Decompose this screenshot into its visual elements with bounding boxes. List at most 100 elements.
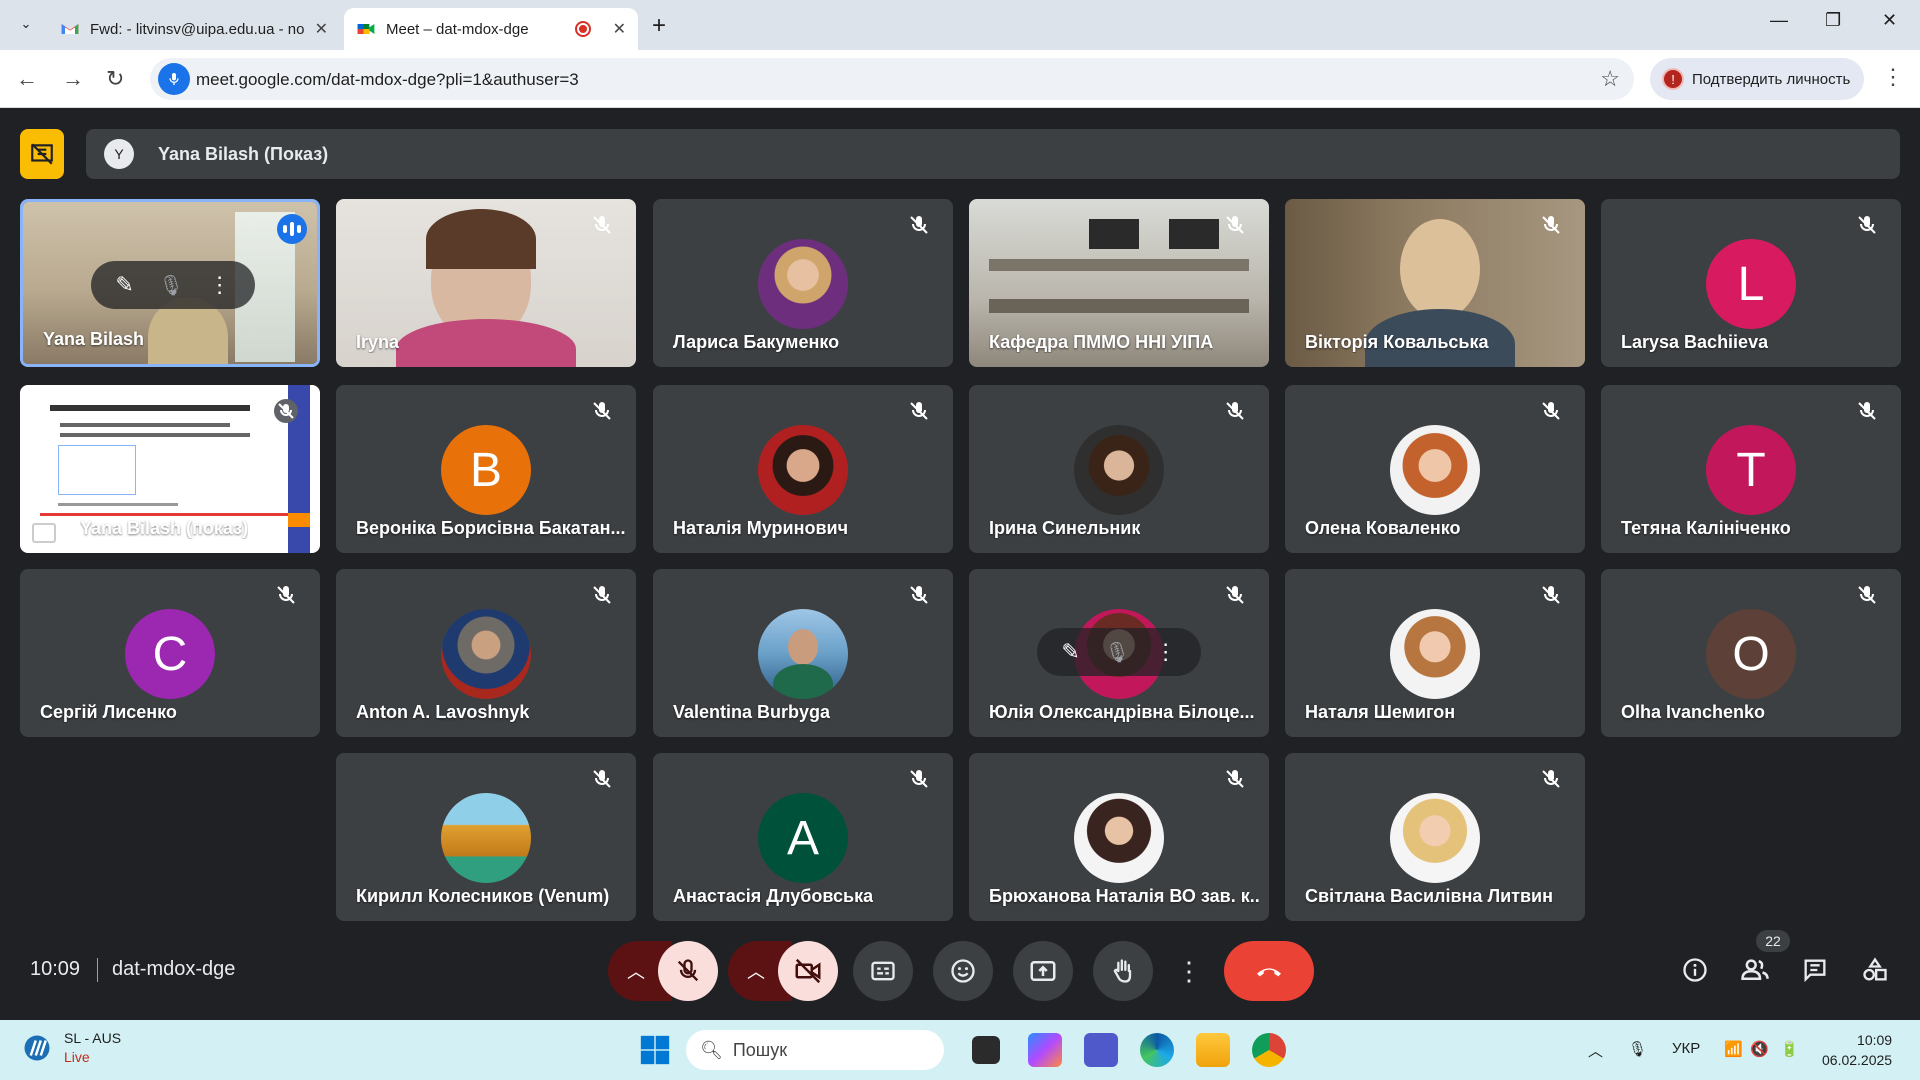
more-options-icon[interactable]: ⋮ — [1155, 639, 1177, 665]
more-options-button[interactable]: ⋮ — [1176, 941, 1202, 1001]
participant-tile[interactable]: C Сергій Лисенко — [20, 569, 320, 737]
microphone-muted-icon — [1542, 402, 1560, 420]
chat-button[interactable] — [1797, 952, 1833, 988]
pin-icon[interactable]: ✎ — [1061, 639, 1079, 665]
participant-name: Anton A. Lavoshnyk — [356, 702, 530, 722]
windows-start-icon[interactable] — [638, 1033, 672, 1067]
microphone-icon[interactable]: 🎙 — [1628, 1040, 1647, 1058]
system-clock[interactable]: 10:09 06.02.2025 — [1822, 1030, 1892, 1070]
camera-toggle-button[interactable] — [778, 941, 838, 1001]
microphone-muted-icon — [1226, 770, 1244, 788]
address-bar[interactable]: meet.google.com/dat-mdox-dge?pli=1&authu… — [150, 58, 1634, 100]
microphone-icon[interactable] — [158, 63, 190, 95]
back-icon[interactable]: ← — [16, 66, 38, 92]
participant-name: Olha Ivanchenko — [1621, 702, 1766, 722]
tab-gmail[interactable]: Fwd: - litvinsv@uipa.edu.ua - no ✕ — [48, 8, 340, 50]
participant-tile[interactable]: Брюханова Наталія ВО зав. к... — [969, 753, 1269, 921]
participant-tile[interactable]: Valentina Burbyga — [653, 569, 953, 737]
browser-menu-icon[interactable]: ⋮ — [1882, 64, 1904, 90]
widgets-button[interactable]: SL - AUS Live — [22, 1030, 121, 1065]
participant-tile[interactable]: Наталія Муринович — [653, 385, 953, 553]
participant-name: Valentina Burbyga — [673, 702, 831, 722]
minimize-icon[interactable]: — — [1770, 10, 1788, 31]
browser-tab-bar: ⌄ Fwd: - litvinsv@uipa.edu.ua - no ✕ Mee… — [0, 0, 1920, 50]
taskbar-search[interactable]: 🔍︎ Пошук — [686, 1030, 944, 1070]
close-icon[interactable]: ✕ — [315, 19, 328, 39]
participant-tile[interactable]: B Вероніка Борисівна Бакатан... — [336, 385, 636, 553]
close-icon[interactable]: ✕ — [613, 19, 626, 39]
participant-tile[interactable]: Iryna — [336, 199, 636, 367]
file-explorer-icon[interactable] — [1196, 1033, 1230, 1067]
microphone-muted-icon — [1858, 586, 1876, 604]
participant-tile[interactable]: L Larysa Bachiieva — [1601, 199, 1901, 367]
edge-icon[interactable] — [1140, 1033, 1174, 1067]
microphone-muted-icon[interactable]: 🎙 — [1105, 640, 1130, 665]
raise-hand-button[interactable] — [1093, 941, 1153, 1001]
microphone-off-icon — [677, 959, 699, 982]
stop-presenting-button[interactable] — [20, 129, 64, 179]
participant-tile[interactable]: ✎ 🎙 ⋮ Юлія Олександрівна Білоце... — [969, 569, 1269, 737]
raise-hand-icon — [1113, 959, 1132, 983]
microphone-muted-icon — [1226, 402, 1244, 420]
tab-meet[interactable]: Meet – dat-mdox-dge ✕ — [344, 8, 638, 50]
tab-title: Meet – dat-mdox-dge — [386, 20, 529, 38]
participant-avatar — [441, 609, 531, 699]
participant-tile[interactable]: Ірина Синельник — [969, 385, 1269, 553]
chevron-up-icon: ︿ — [747, 962, 765, 982]
participant-tile[interactable]: Yana Bilash (показ) — [20, 385, 320, 553]
reactions-button[interactable] — [933, 941, 993, 1001]
people-button[interactable] — [1737, 952, 1773, 988]
reload-icon[interactable]: ↻ — [106, 66, 124, 92]
participant-tile[interactable]: Вікторія Ковальська — [1285, 199, 1585, 367]
microphone-icon[interactable]: 🎙 — [159, 273, 184, 298]
participant-tile[interactable]: Лариса Бакуменко — [653, 199, 953, 367]
meeting-details-button[interactable] — [1677, 952, 1713, 988]
present-screen-button[interactable] — [1013, 941, 1073, 1001]
microphone-muted-icon — [593, 586, 611, 604]
participant-tile[interactable]: Кирилл Колесников (Venum) — [336, 753, 636, 921]
volume-muted-icon[interactable]: 🔇 — [1750, 1040, 1769, 1058]
new-tab-icon[interactable]: + — [652, 12, 666, 40]
more-options-icon[interactable]: ⋮ — [209, 272, 231, 298]
microphone-muted-icon — [910, 586, 928, 604]
activities-button[interactable] — [1857, 952, 1893, 988]
forward-icon[interactable]: → — [62, 66, 84, 92]
participant-tile[interactable]: ✎ 🎙 ⋮ Yana Bilash — [20, 199, 320, 367]
participant-name: Світлана Василівна Литвин — [1305, 886, 1553, 906]
presentation-bar[interactable]: Y Yana Bilash (Показ) — [86, 129, 1900, 179]
task-view-icon[interactable] — [972, 1036, 1000, 1064]
participant-tile[interactable]: Світлана Василівна Литвин — [1285, 753, 1585, 921]
chevron-up-icon[interactable]: ︿ — [1588, 1040, 1603, 1061]
tab-search-chevron-icon[interactable]: ⌄ — [14, 12, 38, 36]
participant-tile[interactable]: Наталя Шемигон — [1285, 569, 1585, 737]
verify-identity-button[interactable]: ! Подтвердить личность — [1650, 58, 1864, 100]
participant-tile[interactable]: Кафедра ПММО ННІ УІПА — [969, 199, 1269, 367]
participant-avatar — [1390, 793, 1480, 883]
leave-call-button[interactable] — [1224, 941, 1314, 1001]
microphone-toggle-button[interactable] — [658, 941, 718, 1001]
participant-tile[interactable]: T Тетяна Калініченко — [1601, 385, 1901, 553]
emoji-icon — [951, 959, 975, 983]
microphone-muted-icon — [1226, 586, 1244, 604]
participant-tile[interactable]: Anton A. Lavoshnyk — [336, 569, 636, 737]
pin-icon[interactable]: ✎ — [115, 272, 133, 298]
battery-icon[interactable]: 🔋 — [1780, 1040, 1799, 1058]
window-close-icon[interactable]: ✕ — [1882, 10, 1897, 31]
speaking-indicator-icon — [277, 214, 307, 244]
microphone-muted-icon — [1226, 216, 1244, 234]
camera-off-icon — [795, 958, 821, 984]
bookmark-star-icon[interactable]: ☆ — [1600, 66, 1620, 92]
captions-button[interactable] — [853, 941, 913, 1001]
tile-hover-controls: ✎ 🎙 ⋮ — [91, 261, 255, 309]
more-options-icon: ⋮ — [1176, 955, 1202, 986]
microphone-muted-icon — [910, 770, 928, 788]
teams-icon[interactable] — [1084, 1033, 1118, 1067]
restore-icon[interactable]: ❐ — [1825, 10, 1841, 31]
chrome-icon[interactable] — [1252, 1033, 1286, 1067]
participant-tile[interactable]: O Olha Ivanchenko — [1601, 569, 1901, 737]
input-language[interactable]: УКР — [1672, 1040, 1700, 1057]
participant-tile[interactable]: A Анастасія Длубовська — [653, 753, 953, 921]
wifi-icon[interactable]: 📶 — [1724, 1040, 1743, 1058]
copilot-icon[interactable] — [1028, 1033, 1062, 1067]
participant-tile[interactable]: Олена Коваленко — [1285, 385, 1585, 553]
